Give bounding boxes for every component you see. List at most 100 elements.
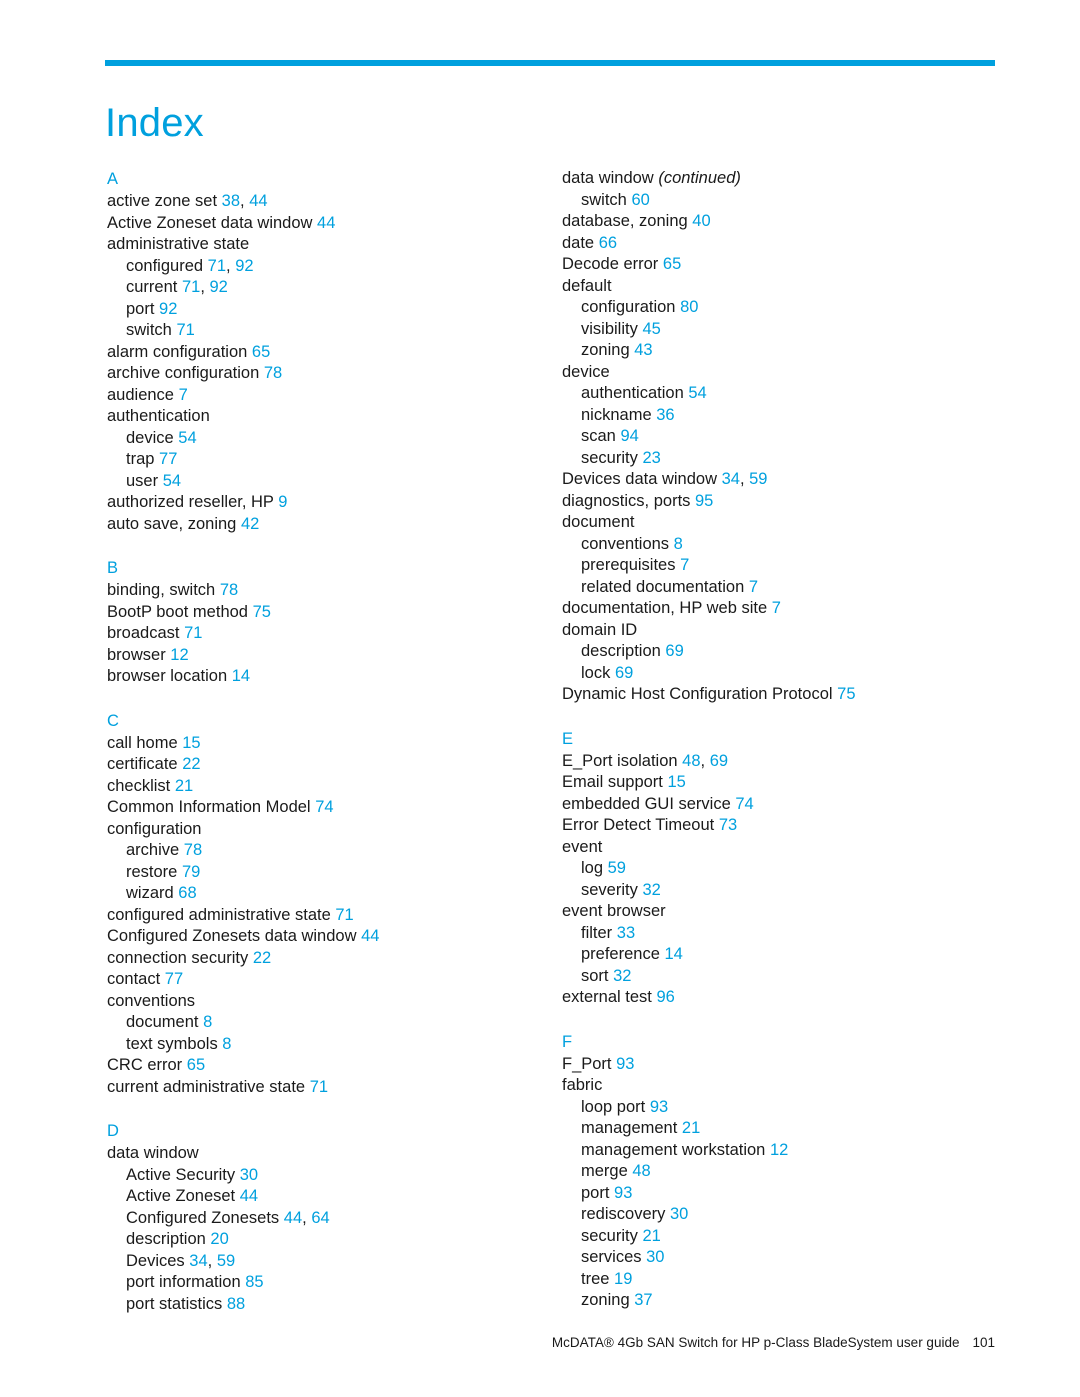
page-reference[interactable]: 74	[735, 795, 753, 813]
index-entry: document	[562, 512, 982, 534]
page-reference[interactable]: 69	[665, 642, 683, 660]
page-reference[interactable]: 96	[656, 988, 674, 1006]
page-reference[interactable]: 36	[656, 406, 674, 424]
page-reference[interactable]: 21	[642, 1227, 660, 1245]
page-reference[interactable]: 32	[613, 967, 631, 985]
page-reference[interactable]: 37	[634, 1291, 652, 1309]
index-entry-label: fabric	[562, 1076, 603, 1094]
page-reference[interactable]: 32	[642, 881, 660, 899]
page-reference[interactable]: 34	[722, 470, 740, 488]
page-reference[interactable]: 71	[182, 278, 200, 296]
page-reference[interactable]: 42	[241, 515, 259, 533]
index-entry-label: default	[562, 276, 612, 295]
page-reference[interactable]: 59	[217, 1252, 235, 1270]
page-reference[interactable]: 88	[227, 1295, 245, 1313]
page-reference[interactable]: 7	[749, 578, 758, 596]
page-reference[interactable]: 15	[667, 773, 685, 791]
index-subentry: security 23	[562, 448, 982, 470]
page-reference[interactable]: 14	[232, 667, 250, 685]
page-reference[interactable]: 44	[249, 192, 267, 210]
page-reference[interactable]: 73	[719, 816, 737, 834]
page-reference[interactable]: 9	[278, 493, 287, 511]
page-reference[interactable]: 30	[646, 1248, 664, 1266]
page-reference[interactable]: 71	[310, 1078, 328, 1096]
page-reference[interactable]: 48	[682, 752, 700, 770]
page-reference[interactable]: 54	[688, 384, 706, 402]
page-reference[interactable]: 78	[184, 841, 202, 859]
page-reference[interactable]: 66	[599, 234, 617, 252]
page-reference[interactable]: 44	[361, 927, 379, 945]
page-reference[interactable]: 40	[692, 212, 710, 230]
page-reference[interactable]: 15	[182, 734, 200, 752]
page-number: 101	[972, 1335, 995, 1350]
page-reference[interactable]: 80	[680, 298, 698, 316]
page-reference[interactable]: 12	[770, 1141, 788, 1159]
page-reference[interactable]: 38	[222, 192, 240, 210]
page-reference[interactable]: 44	[317, 214, 335, 232]
page-reference[interactable]: 22	[253, 949, 271, 967]
page-reference[interactable]: 94	[620, 427, 638, 445]
index-subentry: current 71, 92	[107, 277, 527, 299]
page-reference[interactable]: 71	[335, 906, 353, 924]
page-reference[interactable]: 45	[642, 320, 660, 338]
index-entry: Devices data window 34, 59	[562, 469, 982, 491]
page-reference[interactable]: 85	[245, 1273, 263, 1291]
page-reference[interactable]: 74	[315, 798, 333, 816]
page-reference[interactable]: 8	[222, 1035, 231, 1053]
index-section: Aactive zone set 38, 44 Active Zoneset da…	[107, 168, 527, 535]
page-reference[interactable]: 93	[614, 1184, 632, 1202]
page-reference[interactable]: 14	[664, 945, 682, 963]
page-reference[interactable]: 79	[182, 863, 200, 881]
page-reference[interactable]: 12	[170, 646, 188, 664]
page-reference[interactable]: 59	[608, 859, 626, 877]
index-entry: date 66	[562, 233, 982, 255]
page-reference[interactable]: 7	[179, 386, 188, 404]
page-reference[interactable]: 44	[240, 1187, 258, 1205]
page-reference[interactable]: 71	[208, 257, 226, 275]
page-reference[interactable]: 44	[284, 1209, 302, 1227]
page-reference[interactable]: 60	[631, 191, 649, 209]
page-reference[interactable]: 95	[695, 492, 713, 510]
page-reference[interactable]: 71	[176, 321, 194, 339]
page-reference[interactable]: 69	[710, 752, 728, 770]
page-reference[interactable]: 65	[663, 255, 681, 273]
page-reference[interactable]: 21	[682, 1119, 700, 1137]
index-section: data window (continued) switch 60 database…	[562, 168, 982, 706]
page-reference[interactable]: 75	[253, 603, 271, 621]
page-reference[interactable]: 77	[165, 970, 183, 988]
page-reference[interactable]: 8	[674, 535, 683, 553]
page-reference[interactable]: 48	[632, 1162, 650, 1180]
page-reference[interactable]: 54	[163, 472, 181, 490]
page-reference[interactable]: 23	[642, 449, 660, 467]
page-reference[interactable]: 30	[240, 1166, 258, 1184]
page-reference[interactable]: 68	[178, 884, 196, 902]
page-reference[interactable]: 20	[210, 1230, 228, 1248]
page-reference[interactable]: 75	[837, 685, 855, 703]
page-reference[interactable]: 92	[235, 257, 253, 275]
page-reference[interactable]: 78	[220, 581, 238, 599]
page-reference[interactable]: 19	[614, 1270, 632, 1288]
page-reference[interactable]: 30	[670, 1205, 688, 1223]
page-reference[interactable]: 33	[617, 924, 635, 942]
page-reference[interactable]: 64	[311, 1209, 329, 1227]
page-reference[interactable]: 92	[209, 278, 227, 296]
page-reference[interactable]: 93	[650, 1098, 668, 1116]
page-reference[interactable]: 71	[184, 624, 202, 642]
page-reference[interactable]: 54	[178, 429, 196, 447]
page-reference[interactable]: 78	[264, 364, 282, 382]
page-reference[interactable]: 59	[749, 470, 767, 488]
page-reference[interactable]: 43	[634, 341, 652, 359]
page-reference[interactable]: 7	[772, 599, 781, 617]
page-reference[interactable]: 7	[680, 556, 689, 574]
page-reference[interactable]: 8	[203, 1013, 212, 1031]
page-reference[interactable]: 21	[175, 777, 193, 795]
page-reference[interactable]: 65	[252, 343, 270, 361]
page-reference[interactable]: 93	[616, 1055, 634, 1073]
page-reference[interactable]: 92	[159, 300, 177, 318]
page-reference[interactable]: 77	[159, 450, 177, 468]
page-reference[interactable]: 34	[189, 1252, 207, 1270]
page-reference[interactable]: 65	[187, 1056, 205, 1074]
index-entry-label: configuration	[107, 819, 202, 838]
page-reference[interactable]: 22	[182, 755, 200, 773]
page-reference[interactable]: 69	[615, 664, 633, 682]
